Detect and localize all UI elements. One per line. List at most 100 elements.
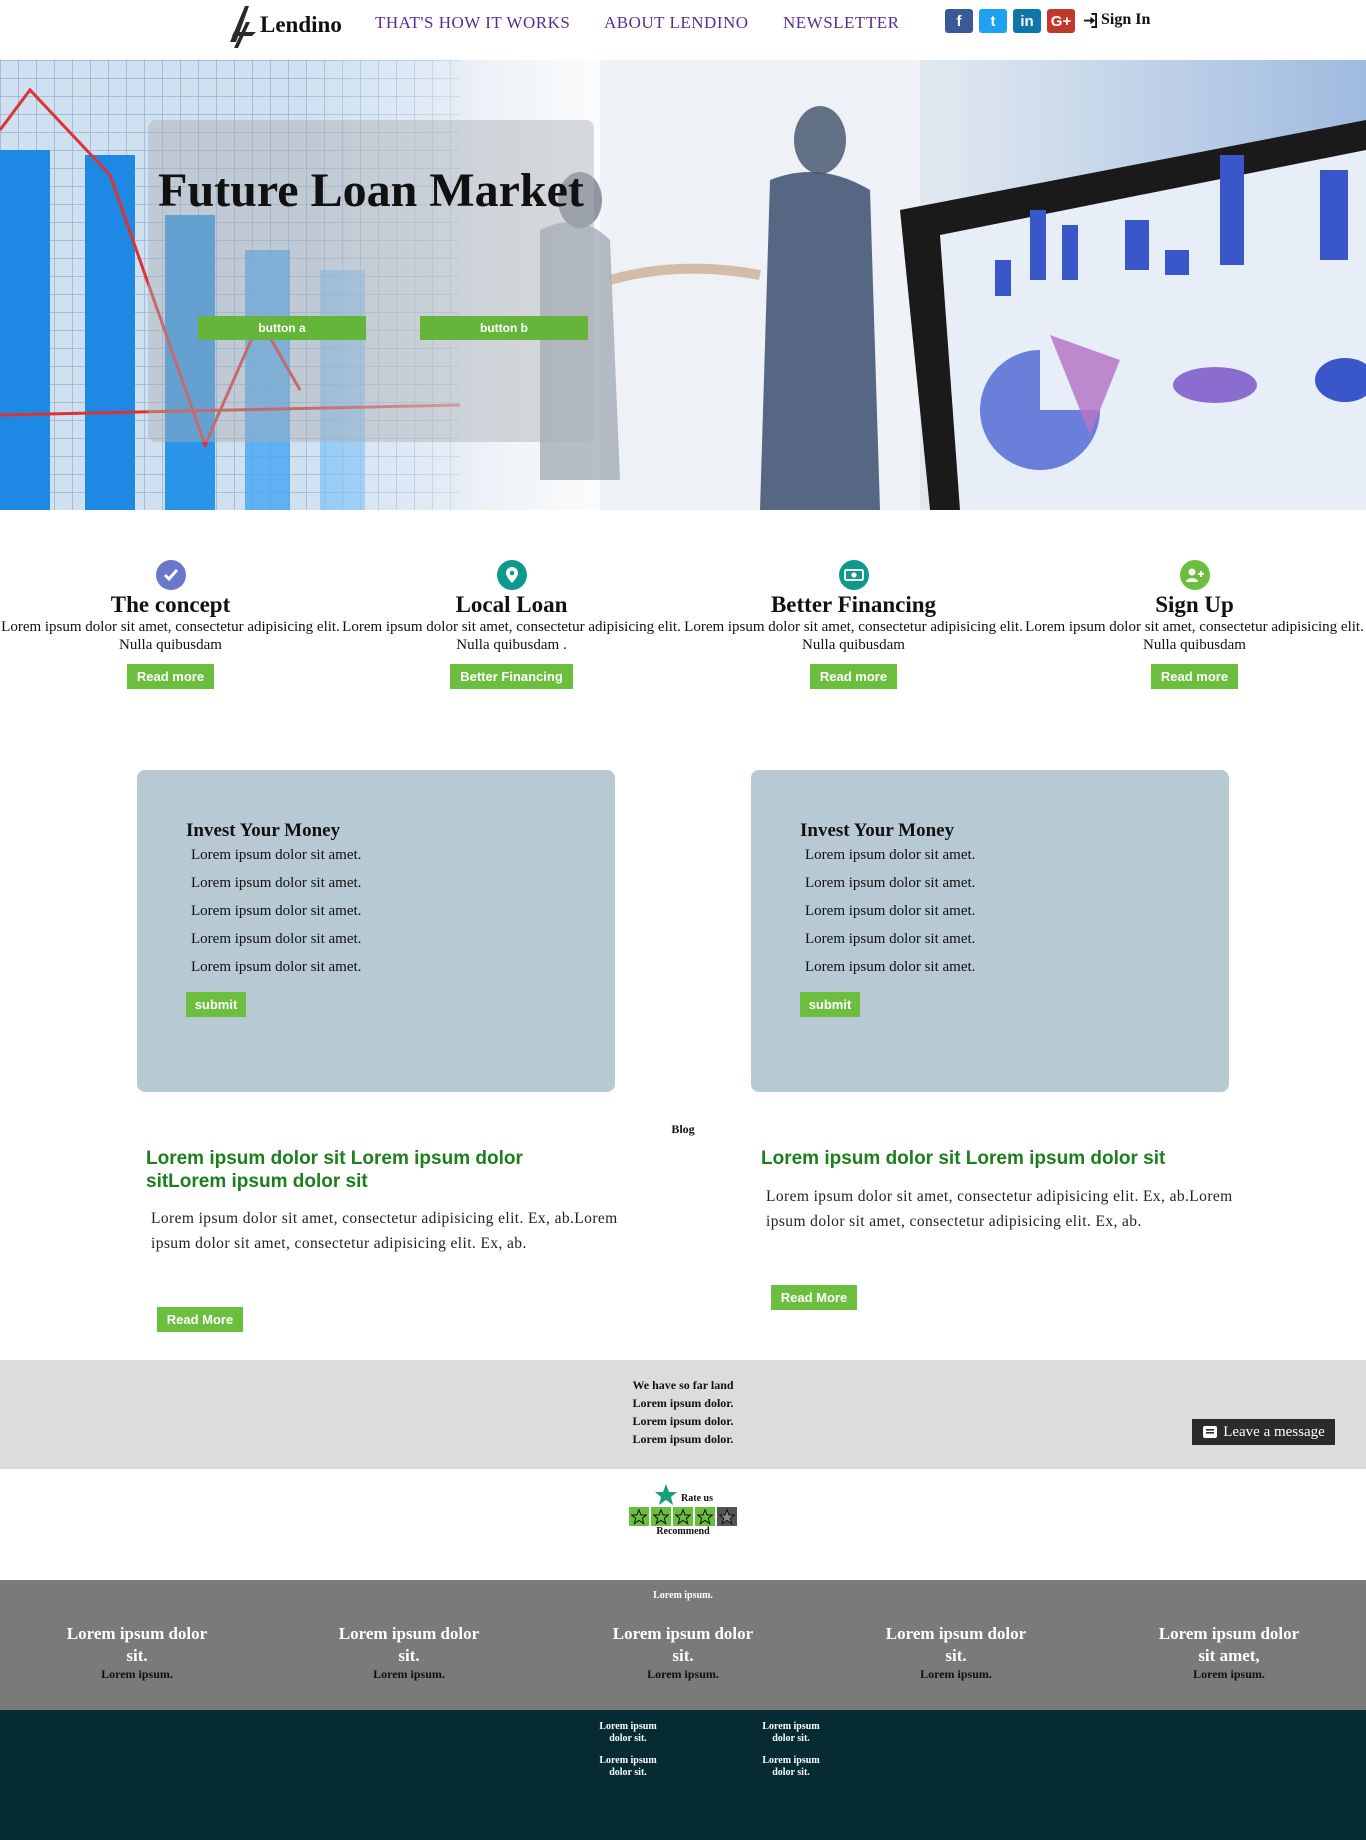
social-links: f t in G+ (945, 9, 1075, 33)
sign-in-link[interactable]: Sign In (1082, 11, 1150, 29)
rating-star[interactable] (673, 1507, 693, 1526)
rating-star[interactable] (717, 1507, 737, 1526)
stats-line: We have so far land (632, 1378, 734, 1392)
star-icon (719, 1508, 735, 1525)
rate-us-label: Rate us (681, 1492, 713, 1504)
nav-link-how-it-works[interactable]: THAT'S HOW IT WORKS (375, 13, 570, 33)
feature-title: Sign Up (1155, 592, 1234, 617)
check-circle-icon (155, 560, 186, 590)
footer-column: Lorem ipsum dolor sit. Lorem ipsum. (603, 1623, 763, 1681)
rating-star[interactable] (695, 1507, 715, 1526)
list-item: Lorem ipsum dolor sit amet. (191, 875, 362, 891)
feature-read-more-button[interactable]: Read more (809, 664, 898, 689)
feature-title: Better Financing (770, 592, 937, 617)
footer-links: Lorem ipsum dolor sit. Lorem ipsum dolor… (0, 1710, 1366, 1840)
footer-column: Lorem ipsum dolor sit. Lorem ipsum. (329, 1623, 489, 1681)
footer-column-heading: Lorem ipsum dolor sit. (612, 1624, 754, 1665)
twitter-icon[interactable]: t (979, 9, 1007, 33)
list-item: Lorem ipsum dolor sit amet. (191, 903, 362, 919)
feature-text: Lorem ipsum dolor sit amet, consectetur … (1025, 619, 1364, 653)
footer-link[interactable]: Lorem ipsum dolor sit. (588, 1721, 668, 1745)
linkedin-icon[interactable]: in (1013, 9, 1041, 33)
star-icon (631, 1508, 647, 1525)
stats-band: We have so far land Lorem ipsum dolor. L… (0, 1360, 1366, 1469)
footer-link[interactable]: Lorem ipsum dolor sit. (751, 1755, 831, 1779)
feature-text: Lorem ipsum dolor sit amet, consectetur … (342, 619, 681, 653)
recommend-label: Recommend (656, 1526, 710, 1537)
list-item: Lorem ipsum dolor sit amet. (805, 847, 976, 863)
rating-star[interactable] (651, 1507, 671, 1526)
blog-heading: Blog (671, 1122, 695, 1136)
nav-link-newsletter[interactable]: NEWSLETTER (783, 13, 899, 33)
footer-columns: Lorem ipsum. Lorem ipsum dolor sit. Lore… (0, 1580, 1366, 1710)
list-item: Lorem ipsum dolor sit amet. (191, 931, 362, 947)
leave-message-button[interactable]: Leave a message (1192, 1419, 1335, 1445)
feature-sign-up: Sign Up Lorem ipsum dolor sit amet, cons… (1024, 560, 1365, 689)
hero-button-b[interactable]: button b (420, 316, 588, 340)
rating-star[interactable] (629, 1507, 649, 1526)
list-item: Lorem ipsum dolor sit amet. (805, 931, 976, 947)
list-item: Lorem ipsum dolor sit amet. (191, 959, 362, 975)
feature-concept: The concept Lorem ipsum dolor sit amet, … (0, 560, 341, 689)
leave-message-label: Leave a message (1223, 1423, 1325, 1440)
star-icon (653, 1508, 669, 1525)
feature-text: Lorem ipsum dolor sit amet, consectetur … (1, 619, 340, 653)
feature-read-more-button[interactable]: Read more (1150, 664, 1239, 689)
google-plus-icon[interactable]: G+ (1047, 9, 1075, 33)
feature-local-loan: Local Loan Lorem ipsum dolor sit amet, c… (341, 560, 682, 689)
stats-line: Lorem ipsum dolor. (632, 1432, 734, 1446)
footer-column-sub: Lorem ipsum. (647, 1667, 719, 1681)
nav-link-about[interactable]: ABOUT LENDINO (604, 13, 749, 33)
blog-post-title[interactable]: Lorem ipsum dolor sit Lorem ipsum dolor … (146, 1147, 586, 1193)
footer-column: Lorem ipsum dolor sit. Lorem ipsum. (876, 1623, 1036, 1681)
footer-column-sub: Lorem ipsum. (101, 1667, 173, 1681)
stats-line: Lorem ipsum dolor. (632, 1414, 734, 1428)
rating-widget: Rate us Recommend (600, 1483, 766, 1537)
feature-text: Lorem ipsum dolor sit amet, consectetur … (684, 619, 1023, 653)
feature-read-more-button[interactable]: Read more (126, 664, 215, 689)
hero-button-a[interactable]: button a (198, 316, 366, 340)
star-rating[interactable] (600, 1507, 766, 1526)
footer-column-sub: Lorem ipsum. (1193, 1667, 1265, 1681)
brand-logo[interactable]: Lendino (226, 2, 342, 48)
footer-column-heading: Lorem ipsum dolor sit amet, (1158, 1624, 1300, 1665)
submit-button[interactable]: submit (186, 992, 246, 1017)
message-icon (1203, 1426, 1218, 1438)
map-pin-icon (496, 560, 527, 590)
invest-card-list: Lorem ipsum dolor sit amet. Lorem ipsum … (191, 845, 361, 985)
money-icon (838, 560, 869, 590)
list-item: Lorem ipsum dolor sit amet. (805, 875, 976, 891)
user-plus-icon (1179, 560, 1210, 590)
star-icon (655, 1484, 678, 1505)
list-item: Lorem ipsum dolor sit amet. (805, 959, 976, 975)
feature-better-financing-button[interactable]: Better Financing (450, 664, 573, 689)
stats-line: Lorem ipsum dolor. (632, 1396, 734, 1410)
sign-in-icon (1083, 12, 1097, 28)
submit-button[interactable]: submit (800, 992, 860, 1017)
invest-card: Invest Your Money Lorem ipsum dolor sit … (137, 770, 615, 1092)
feature-title: The concept (110, 592, 231, 617)
footer-column-heading: Lorem ipsum dolor sit. (338, 1624, 480, 1665)
footer-column-sub: Lorem ipsum. (920, 1667, 992, 1681)
brand-name: Lendino (260, 12, 342, 37)
blog-post-text: Lorem ipsum dolor sit amet, consectetur … (766, 1188, 1233, 1230)
blog-read-more-button[interactable]: Read More (771, 1285, 857, 1310)
footer-column: Lorem ipsum dolor sit amet, Lorem ipsum. (1149, 1623, 1309, 1681)
footer-link[interactable]: Lorem ipsum dolor sit. (751, 1721, 831, 1745)
feature-title: Local Loan (455, 592, 568, 617)
blog-read-more-button[interactable]: Read More (157, 1307, 243, 1332)
list-item: Lorem ipsum dolor sit amet. (191, 847, 362, 863)
sign-in-label: Sign In (1101, 11, 1151, 28)
top-nav: Lendino THAT'S HOW IT WORKS ABOUT LENDIN… (0, 0, 1366, 60)
footer-column-heading: Lorem ipsum dolor sit. (885, 1624, 1027, 1665)
footer-column-heading: Lorem ipsum dolor sit. (66, 1624, 208, 1665)
facebook-icon[interactable]: f (945, 9, 973, 33)
star-icon (697, 1508, 713, 1525)
footer-column-sub: Lorem ipsum. (373, 1667, 445, 1681)
blog-post-title[interactable]: Lorem ipsum dolor sit Lorem ipsum dolor … (761, 1147, 1241, 1170)
invest-card-list: Lorem ipsum dolor sit amet. Lorem ipsum … (805, 845, 975, 985)
footer-link[interactable]: Lorem ipsum dolor sit. (588, 1755, 668, 1779)
invest-card-title: Invest Your Money (800, 820, 955, 841)
stats-text: We have so far land Lorem ipsum dolor. L… (0, 1376, 1366, 1448)
hero-title: Future Loan Market (158, 164, 584, 217)
